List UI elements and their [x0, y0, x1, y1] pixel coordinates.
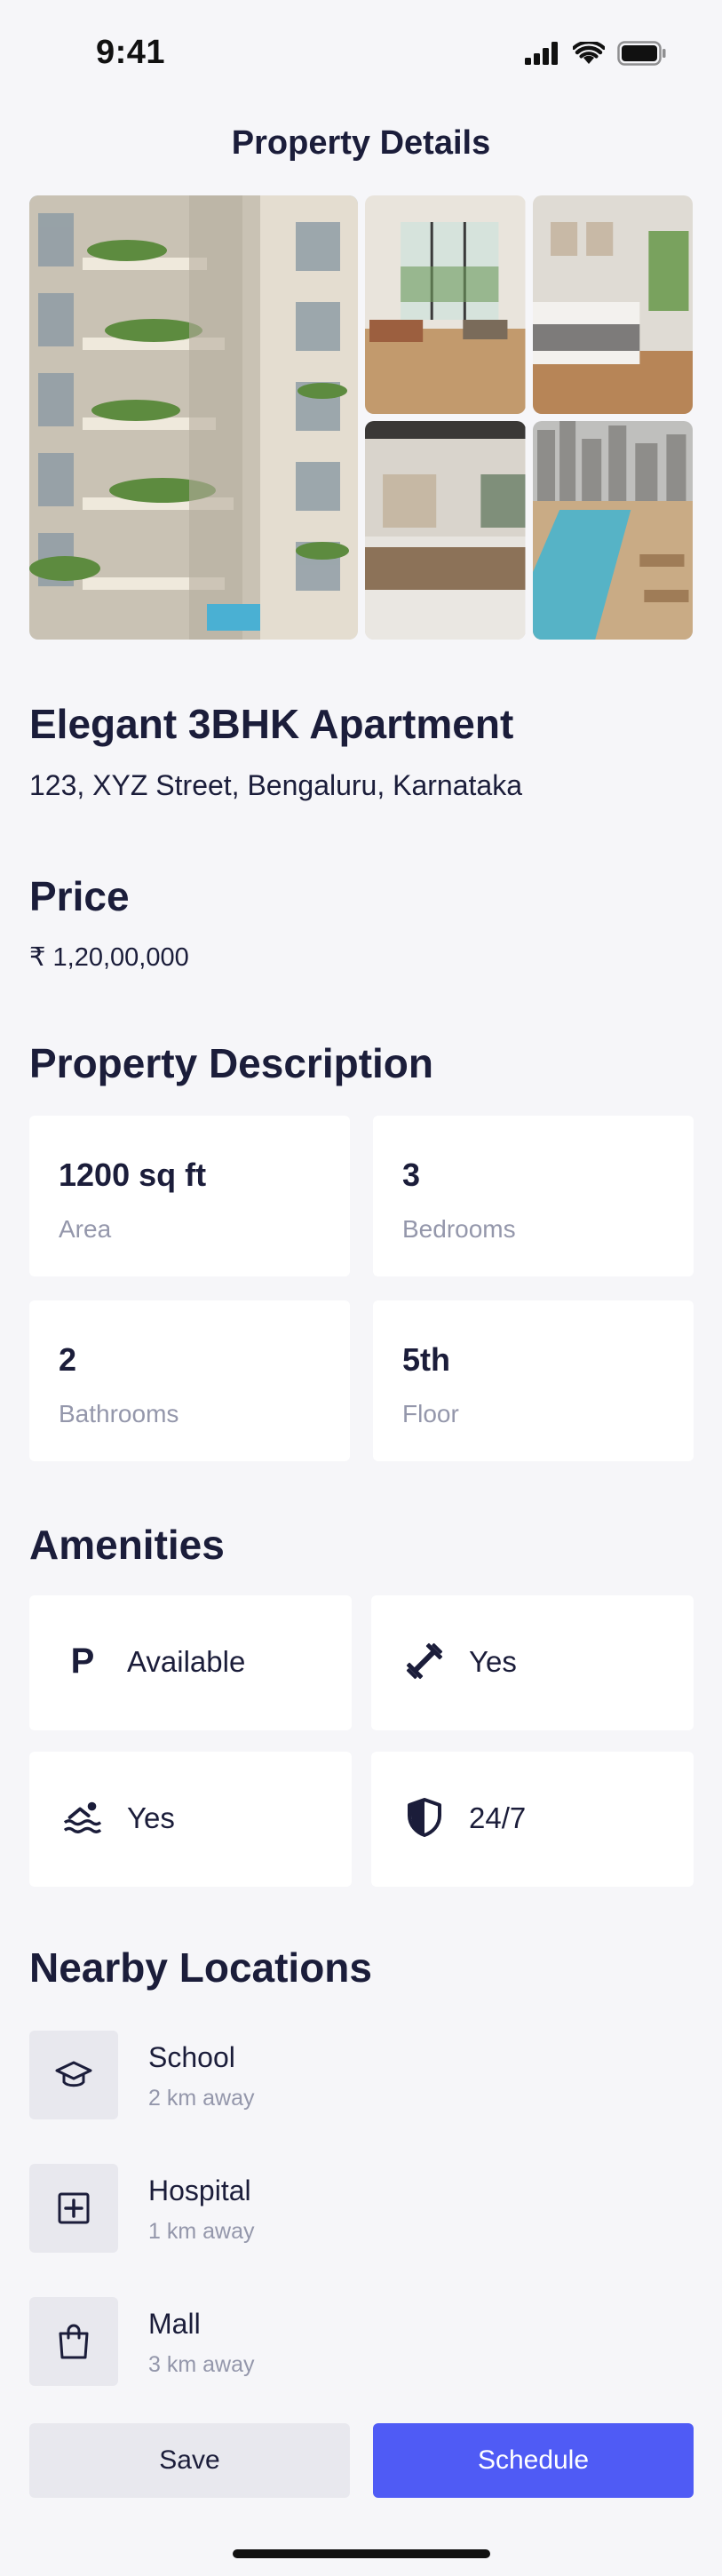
bedroom-photo[interactable] [532, 195, 693, 414]
save-button[interactable]: Save [29, 2423, 350, 2498]
amenities-heading: Amenities [29, 1522, 225, 1568]
amenity-value: Yes [469, 1645, 517, 1678]
property-address: 123, XYZ Street, Bengaluru, Karnataka [29, 769, 522, 801]
school-cap-icon [29, 2031, 118, 2119]
nearby-heading: Nearby Locations [29, 1944, 372, 1991]
stat-card-area: 1200 sq ft Area [29, 1116, 350, 1276]
hospital-plus-icon [29, 2164, 118, 2253]
shield-icon [405, 1798, 444, 1837]
dumbbell-icon [405, 1642, 444, 1681]
kitchen-photo[interactable] [365, 421, 526, 640]
photo-grid [365, 195, 693, 640]
amenity-value: Yes [127, 1801, 175, 1834]
battery-icon [617, 41, 666, 66]
location-distance: 2 km away [148, 2086, 255, 2111]
page-title: Property Details [231, 124, 491, 162]
stat-card-bedrooms: 3 Bedrooms [373, 1116, 694, 1276]
location-name: Hospital [148, 2174, 251, 2206]
status-time: 9:41 [96, 34, 166, 71]
description-heading: Property Description [29, 1040, 433, 1086]
stat-label: Bedrooms [402, 1215, 516, 1243]
photo-gallery [29, 195, 693, 640]
parking-icon: P [70, 1641, 95, 1681]
status-bar: 9:41 [0, 0, 722, 107]
schedule-button[interactable]: Schedule [373, 2423, 694, 2498]
property-title: Elegant 3BHK Apartment [29, 701, 514, 747]
amenity-value: Available [127, 1645, 246, 1678]
home-indicator[interactable] [233, 2549, 490, 2558]
amenity-value: 24/7 [469, 1801, 527, 1834]
rooftop-pool-photo[interactable] [532, 421, 693, 640]
stat-value: 2 [59, 1341, 77, 1378]
pool-icon [63, 1798, 102, 1837]
stat-label: Floor [402, 1400, 459, 1427]
amenity-card-parking: P Available [29, 1595, 352, 1730]
building-photo[interactable] [29, 195, 358, 640]
amenity-card-security: 24/7 [371, 1752, 694, 1887]
signal-icon [525, 42, 558, 65]
location-distance: 1 km away [148, 2219, 255, 2244]
stat-card-floor: 5th Floor [373, 1300, 694, 1461]
location-name: School [148, 2041, 235, 2073]
price-heading: Price [29, 873, 130, 919]
amenity-card-pool: Yes [29, 1752, 352, 1887]
stat-value: 3 [402, 1157, 421, 1193]
location-distance: 3 km away [148, 2352, 255, 2377]
stat-card-bathrooms: 2 Bathrooms [29, 1300, 350, 1461]
shopping-bag-icon [29, 2297, 118, 2386]
wifi-icon [573, 42, 605, 64]
stat-value: 1200 sq ft [59, 1157, 207, 1193]
stat-value: 5th [402, 1341, 450, 1378]
stat-label: Bathrooms [59, 1400, 179, 1427]
stat-label: Area [59, 1215, 112, 1243]
amenity-card-gym: Yes [371, 1595, 694, 1730]
living-room-photo[interactable] [365, 195, 526, 414]
status-icons [525, 41, 667, 66]
location-name: Mall [148, 2308, 201, 2340]
price-value: ₹ 1,20,00,000 [29, 943, 189, 972]
